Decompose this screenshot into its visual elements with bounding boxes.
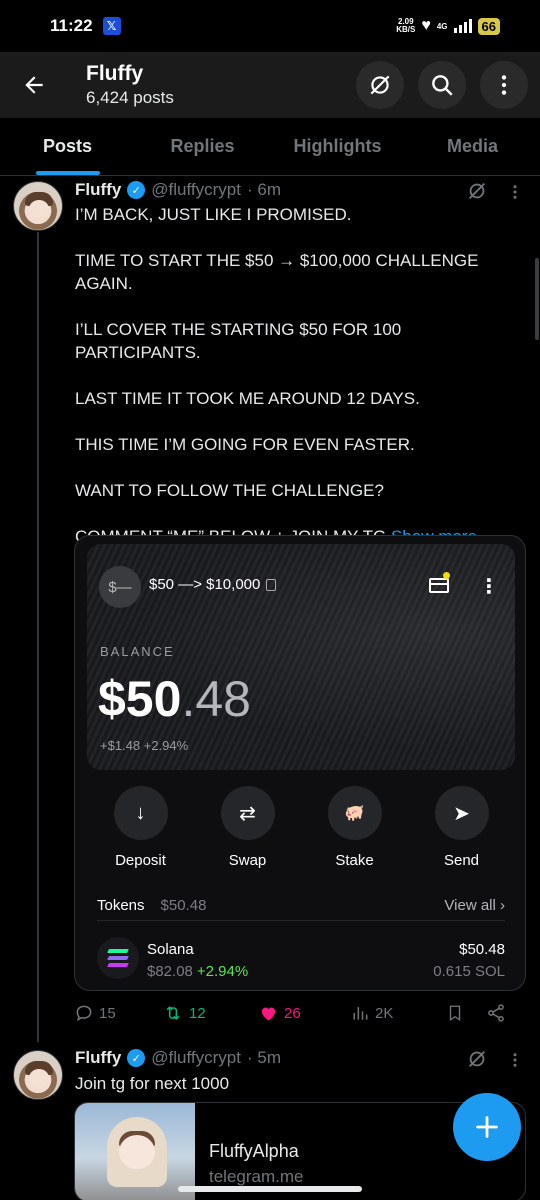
balance-change: +$1.48 +2.94% [100,738,189,753]
token-price: $82.08 +2.94% [147,963,249,980]
views-button[interactable]: 2K [350,1003,446,1023]
post-author-handle[interactable]: @fluffycrypt [151,1048,241,1068]
post-meta: Fluffy ✓ @fluffycrypt · 5m [75,1048,281,1068]
avatar[interactable] [13,181,63,231]
grok-icon [370,75,390,95]
post-more-icon[interactable] [506,182,524,202]
reply-button[interactable]: 15 [74,1003,162,1023]
bookmark-icon [449,1005,461,1022]
net-speed: 2.09 KB/S [396,17,416,34]
x-logo-icon: 𝕏 [102,17,121,35]
token-usd-value: $50.48 [459,941,505,958]
bookmark-button[interactable] [446,1003,486,1023]
link-url: telegram.me [209,1167,304,1186]
post-timestamp: · 6m [246,180,281,199]
grok-icon[interactable] [466,1048,488,1070]
post-timestamp: · 5m [246,1048,281,1067]
wallet-avatar-icon: $— [99,566,141,608]
more-options-button[interactable] [480,61,528,109]
more-vertical-icon [501,75,507,95]
network-type: 4G [436,21,448,31]
swap-action: ⇄ Swap [203,786,293,869]
post-line: WANT TO FOLLOW THE CHALLENGE? [75,481,384,500]
post-media[interactable]: $— $50 —> $10,000 ⋮ BALANCE $50.48 +$1.4… [74,535,526,991]
profile-header: Fluffy 6,424 posts [0,52,540,118]
wallet-actions: ↓ Deposit ⇄ Swap 🐖 Stake ➤ Send [75,786,525,869]
post-line: I’LL COVER THE STARTING $50 FOR 100 PART… [75,320,402,362]
search-icon [432,75,453,96]
compose-button[interactable] [453,1093,521,1161]
piggy-bank-icon: 🐖 [327,786,382,840]
gesture-nav-bar[interactable] [178,1186,362,1192]
header-name: Fluffy [86,62,144,85]
back-button[interactable] [10,61,58,109]
plus-icon [476,1116,498,1138]
solana-logo-icon [97,937,139,979]
tab-posts[interactable]: Posts [0,118,135,175]
post-line: THIS TIME I’M GOING FOR EVEN FASTER. [75,435,415,454]
avatar[interactable] [13,1050,63,1100]
balance-label: BALANCE [100,644,175,659]
repost-icon [166,1006,180,1020]
tokens-header: Tokens $50.48 View all › [97,891,505,921]
link-thumbnail [75,1103,195,1200]
post-author-name[interactable]: Fluffy [75,1048,121,1068]
post-text: Join tg for next 1000 [75,1074,230,1093]
tab-highlights[interactable]: Highlights [270,118,405,175]
reply-icon [76,1005,92,1022]
signal-icon [453,19,472,33]
post-line: I’M BACK, JUST LIKE I PROMISED. [75,205,352,224]
balance-amount: $50.48 [98,671,251,727]
card-icon [429,578,449,593]
wallet-title: $50 —> $10,000 [149,576,277,593]
view-all-link: View all › [444,897,505,914]
scrollbar[interactable] [535,258,539,340]
grok-button[interactable] [356,61,404,109]
token-name: Solana [147,941,194,958]
swap-arrows-icon: ⇄ [220,786,275,840]
wallet-more-icon: ⋮ [479,576,499,598]
like-button[interactable]: 26 [258,1003,350,1023]
profile-tabs: Posts Replies Highlights Media [0,118,540,176]
back-arrow-icon [25,76,43,94]
deposit-action: ↓ Deposit [96,786,186,869]
share-icon [488,1004,504,1022]
status-bar: 11:22 𝕏 2.09 KB/S ♥ 4G 66 [0,0,540,52]
battery-indicator: 66 [477,17,500,35]
tab-media[interactable]: Media [405,118,540,175]
views-chart-icon [353,1007,368,1020]
heart-status-icon: ♥ [421,17,431,34]
post-author-name[interactable]: Fluffy [75,180,121,200]
status-time: 11:22 [50,16,93,35]
post-more-icon[interactable] [506,1050,524,1070]
post-author-handle[interactable]: @fluffycrypt [151,180,241,200]
token-amount: 0.615 SOL [433,963,505,980]
tab-replies[interactable]: Replies [135,118,270,175]
grok-icon[interactable] [466,180,488,202]
post-line: TIME TO START THE $50 → $100,000 CHALLEN… [75,251,479,293]
send-action: ➤ Send [417,786,507,869]
repost-button[interactable]: 12 [162,1003,258,1023]
send-icon: ➤ [434,786,489,840]
verified-badge-icon: ✓ [127,1049,146,1067]
arrow-down-icon: ↓ [113,786,168,840]
wallet-card: $— $50 —> $10,000 ⋮ BALANCE $50.48 +$1.4… [87,544,515,770]
share-button[interactable] [486,1003,506,1023]
post-line: LAST TIME IT TOOK ME AROUND 12 DAYS. [75,389,420,408]
engagement-bar: 15 12 26 2K [74,1003,524,1023]
token-row: Solana $82.08 +2.94% $50.48 0.615 SOL [97,931,505,981]
copy-icon [266,578,277,591]
search-button[interactable] [418,61,466,109]
header-posts-count: 6,424 posts [86,88,174,107]
link-title: FluffyAlpha [209,1141,299,1161]
stake-action: 🐖 Stake [310,786,400,869]
post-meta: Fluffy ✓ @fluffycrypt · 6m [75,180,281,200]
verified-badge-icon: ✓ [127,181,146,199]
thread-line [37,232,39,1042]
heart-icon [261,1007,276,1021]
header-title-block: Fluffy 6,424 posts [86,62,174,108]
post-text: I’M BACK, JUST LIKE I PROMISED. TIME TO … [75,203,530,571]
notification-dot [443,572,450,579]
